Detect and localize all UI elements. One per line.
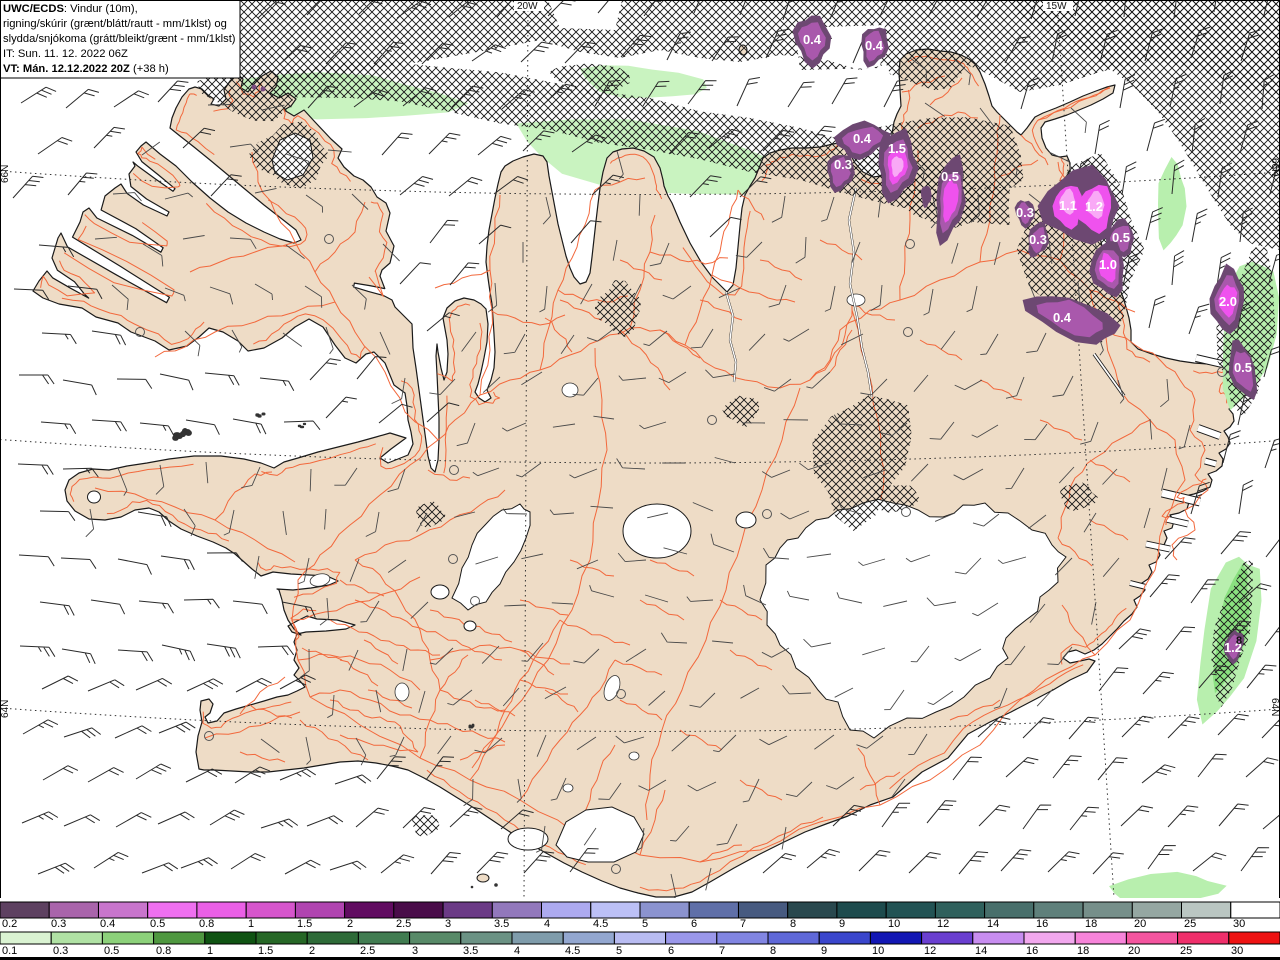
svg-text:15W: 15W <box>1046 1 1067 12</box>
svg-text:16: 16 <box>1026 945 1038 957</box>
svg-text:10: 10 <box>888 918 900 930</box>
svg-text:12: 12 <box>937 918 949 930</box>
svg-text:2.0: 2.0 <box>1219 294 1237 309</box>
svg-text:30: 30 <box>1233 918 1245 930</box>
svg-text:18: 18 <box>1077 945 1089 957</box>
svg-text:66N: 66N <box>1269 158 1280 176</box>
svg-text:0.5: 0.5 <box>941 169 959 184</box>
svg-text:0.3: 0.3 <box>1016 205 1034 220</box>
svg-text:9: 9 <box>821 945 827 957</box>
svg-text:4: 4 <box>514 945 520 957</box>
svg-text:8: 8 <box>1236 635 1242 647</box>
svg-text:3: 3 <box>445 918 451 930</box>
svg-text:4.5: 4.5 <box>565 945 580 957</box>
svg-text:4.5: 4.5 <box>593 918 608 930</box>
svg-text:1.5: 1.5 <box>888 141 906 156</box>
svg-text:0.3: 0.3 <box>53 945 68 957</box>
svg-text:3: 3 <box>412 945 418 957</box>
svg-text:10: 10 <box>872 945 884 957</box>
svg-text:16: 16 <box>1036 918 1048 930</box>
svg-text:0.4: 0.4 <box>853 131 872 146</box>
svg-text:25: 25 <box>1180 945 1192 957</box>
svg-text:0.4: 0.4 <box>100 918 115 930</box>
svg-text:30: 30 <box>1231 945 1243 957</box>
svg-text:66N: 66N <box>0 165 11 183</box>
svg-text:18: 18 <box>1085 918 1097 930</box>
svg-text:0.3: 0.3 <box>834 157 852 172</box>
svg-text:0.4: 0.4 <box>865 38 884 53</box>
svg-text:14: 14 <box>975 945 987 957</box>
svg-text:14: 14 <box>987 918 999 930</box>
svg-text:20W: 20W <box>517 1 538 12</box>
svg-text:0.4: 0.4 <box>803 32 822 47</box>
svg-text:0.3: 0.3 <box>1029 232 1047 247</box>
svg-text:2.5: 2.5 <box>360 945 375 957</box>
svg-text:0.1: 0.1 <box>2 945 17 957</box>
svg-text:2: 2 <box>347 918 353 930</box>
svg-text:6: 6 <box>691 918 697 930</box>
svg-text:1.1: 1.1 <box>1059 198 1077 213</box>
svg-text:25: 25 <box>1184 918 1196 930</box>
svg-text:1.5: 1.5 <box>297 918 312 930</box>
svg-text:20: 20 <box>1128 945 1140 957</box>
svg-text:1.5: 1.5 <box>258 945 273 957</box>
svg-text:5: 5 <box>642 918 648 930</box>
svg-text:6: 6 <box>668 945 674 957</box>
svg-text:12: 12 <box>924 945 936 957</box>
svg-text:0.5: 0.5 <box>1234 360 1252 375</box>
svg-text:3.5: 3.5 <box>463 945 478 957</box>
svg-text:1.0: 1.0 <box>1099 257 1117 272</box>
svg-text:3.5: 3.5 <box>494 918 509 930</box>
svg-text:7: 7 <box>719 945 725 957</box>
svg-text:20: 20 <box>1134 918 1146 930</box>
svg-text:9: 9 <box>839 918 845 930</box>
svg-text:64N: 64N <box>0 700 11 718</box>
svg-text:8: 8 <box>790 918 796 930</box>
svg-text:7: 7 <box>740 918 746 930</box>
svg-text:8: 8 <box>770 945 776 957</box>
svg-text:0.5: 0.5 <box>104 945 119 957</box>
svg-text:0.2: 0.2 <box>2 918 17 930</box>
svg-text:0.8: 0.8 <box>156 945 171 957</box>
svg-text:1: 1 <box>248 918 254 930</box>
svg-text:2: 2 <box>309 945 315 957</box>
svg-text:1.2: 1.2 <box>1085 199 1103 214</box>
svg-text:0.8: 0.8 <box>199 918 214 930</box>
svg-text:64N: 64N <box>1269 698 1280 716</box>
svg-text:0.5: 0.5 <box>1112 230 1130 245</box>
svg-text:0.5: 0.5 <box>150 918 165 930</box>
svg-text:1: 1 <box>207 945 213 957</box>
svg-text:5: 5 <box>616 945 622 957</box>
svg-text:0.4: 0.4 <box>1053 310 1072 325</box>
svg-text:4: 4 <box>544 918 550 930</box>
svg-text:2.5: 2.5 <box>396 918 411 930</box>
svg-text:0.3: 0.3 <box>51 918 66 930</box>
